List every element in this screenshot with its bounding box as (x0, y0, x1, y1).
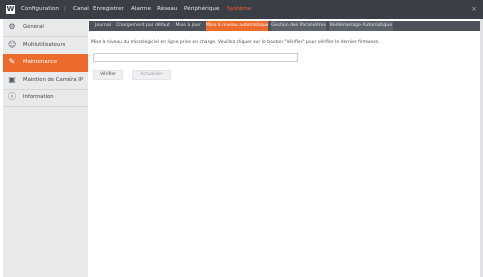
main-panel: Journal Chargement par défaut Mise à jou… (88, 19, 480, 277)
tab-mise-a-jour[interactable]: Mise à jour (173, 21, 203, 31)
sidebar-item-camera-ip[interactable]: ▣ Maintien de Caméra IP (3, 72, 88, 90)
nav-separator: | (64, 6, 66, 12)
close-icon[interactable]: × (471, 0, 477, 19)
sidebar-item-label: Information (23, 94, 54, 100)
tab-journal[interactable]: Journal (92, 21, 114, 31)
info-icon: ⓘ (8, 92, 16, 101)
top-bar: W Configuration | Canal Enregistrer Alar… (0, 0, 483, 19)
nav-reseau[interactable]: Réseau (157, 0, 177, 19)
app-logo: W (6, 5, 15, 14)
nav-peripherique[interactable]: Périphérique (184, 0, 219, 19)
verify-button[interactable]: Vérifier (93, 70, 123, 80)
nav-configuration[interactable]: Configuration (21, 0, 59, 19)
tab-redemarrage-automatique[interactable]: Redémarrage Automatique (329, 21, 393, 31)
nav-canal[interactable]: Canal (73, 0, 89, 19)
wrench-icon: ✎ (8, 57, 16, 66)
sidebar-item-information[interactable]: ⓘ Information (3, 89, 88, 107)
upgrade-button[interactable]: Actualiser (132, 70, 171, 80)
sidebar-item-label: Multiutilisateurs (23, 42, 66, 48)
tab-bar: Journal Chargement par défaut Mise à jou… (89, 21, 480, 31)
user-icon: ☺ (8, 40, 17, 49)
tab-gestion-des-parametres[interactable]: Gestion des Paramètres (271, 21, 326, 31)
sidebar-item-label: Général (23, 24, 44, 30)
nav-systeme[interactable]: Système (227, 0, 251, 19)
sidebar: ⚙ Général ☺ Multiutilisateurs ✎ Maintena… (3, 19, 88, 277)
description-text: Mise à niveau du micrologiciel en ligne … (91, 40, 380, 45)
sidebar-item-label: Maintien de Caméra IP (23, 77, 84, 83)
firmware-field[interactable] (93, 53, 298, 62)
sidebar-item-multiutilisateurs[interactable]: ☺ Multiutilisateurs (3, 37, 88, 55)
tab-mise-a-niveau-automatique[interactable]: Mise à niveau automatique (206, 21, 268, 31)
sidebar-item-label: Maintenance (23, 59, 58, 65)
gear-icon: ⚙ (8, 22, 16, 31)
camera-icon: ▣ (8, 75, 16, 84)
sidebar-item-general[interactable]: ⚙ Général (3, 19, 88, 37)
nav-enregistrer[interactable]: Enregistrer (93, 0, 124, 19)
tab-chargement-par-defaut[interactable]: Chargement par défaut (116, 21, 170, 31)
sidebar-item-maintenance[interactable]: ✎ Maintenance (3, 54, 88, 72)
nav-alarme[interactable]: Alarme (131, 0, 151, 19)
